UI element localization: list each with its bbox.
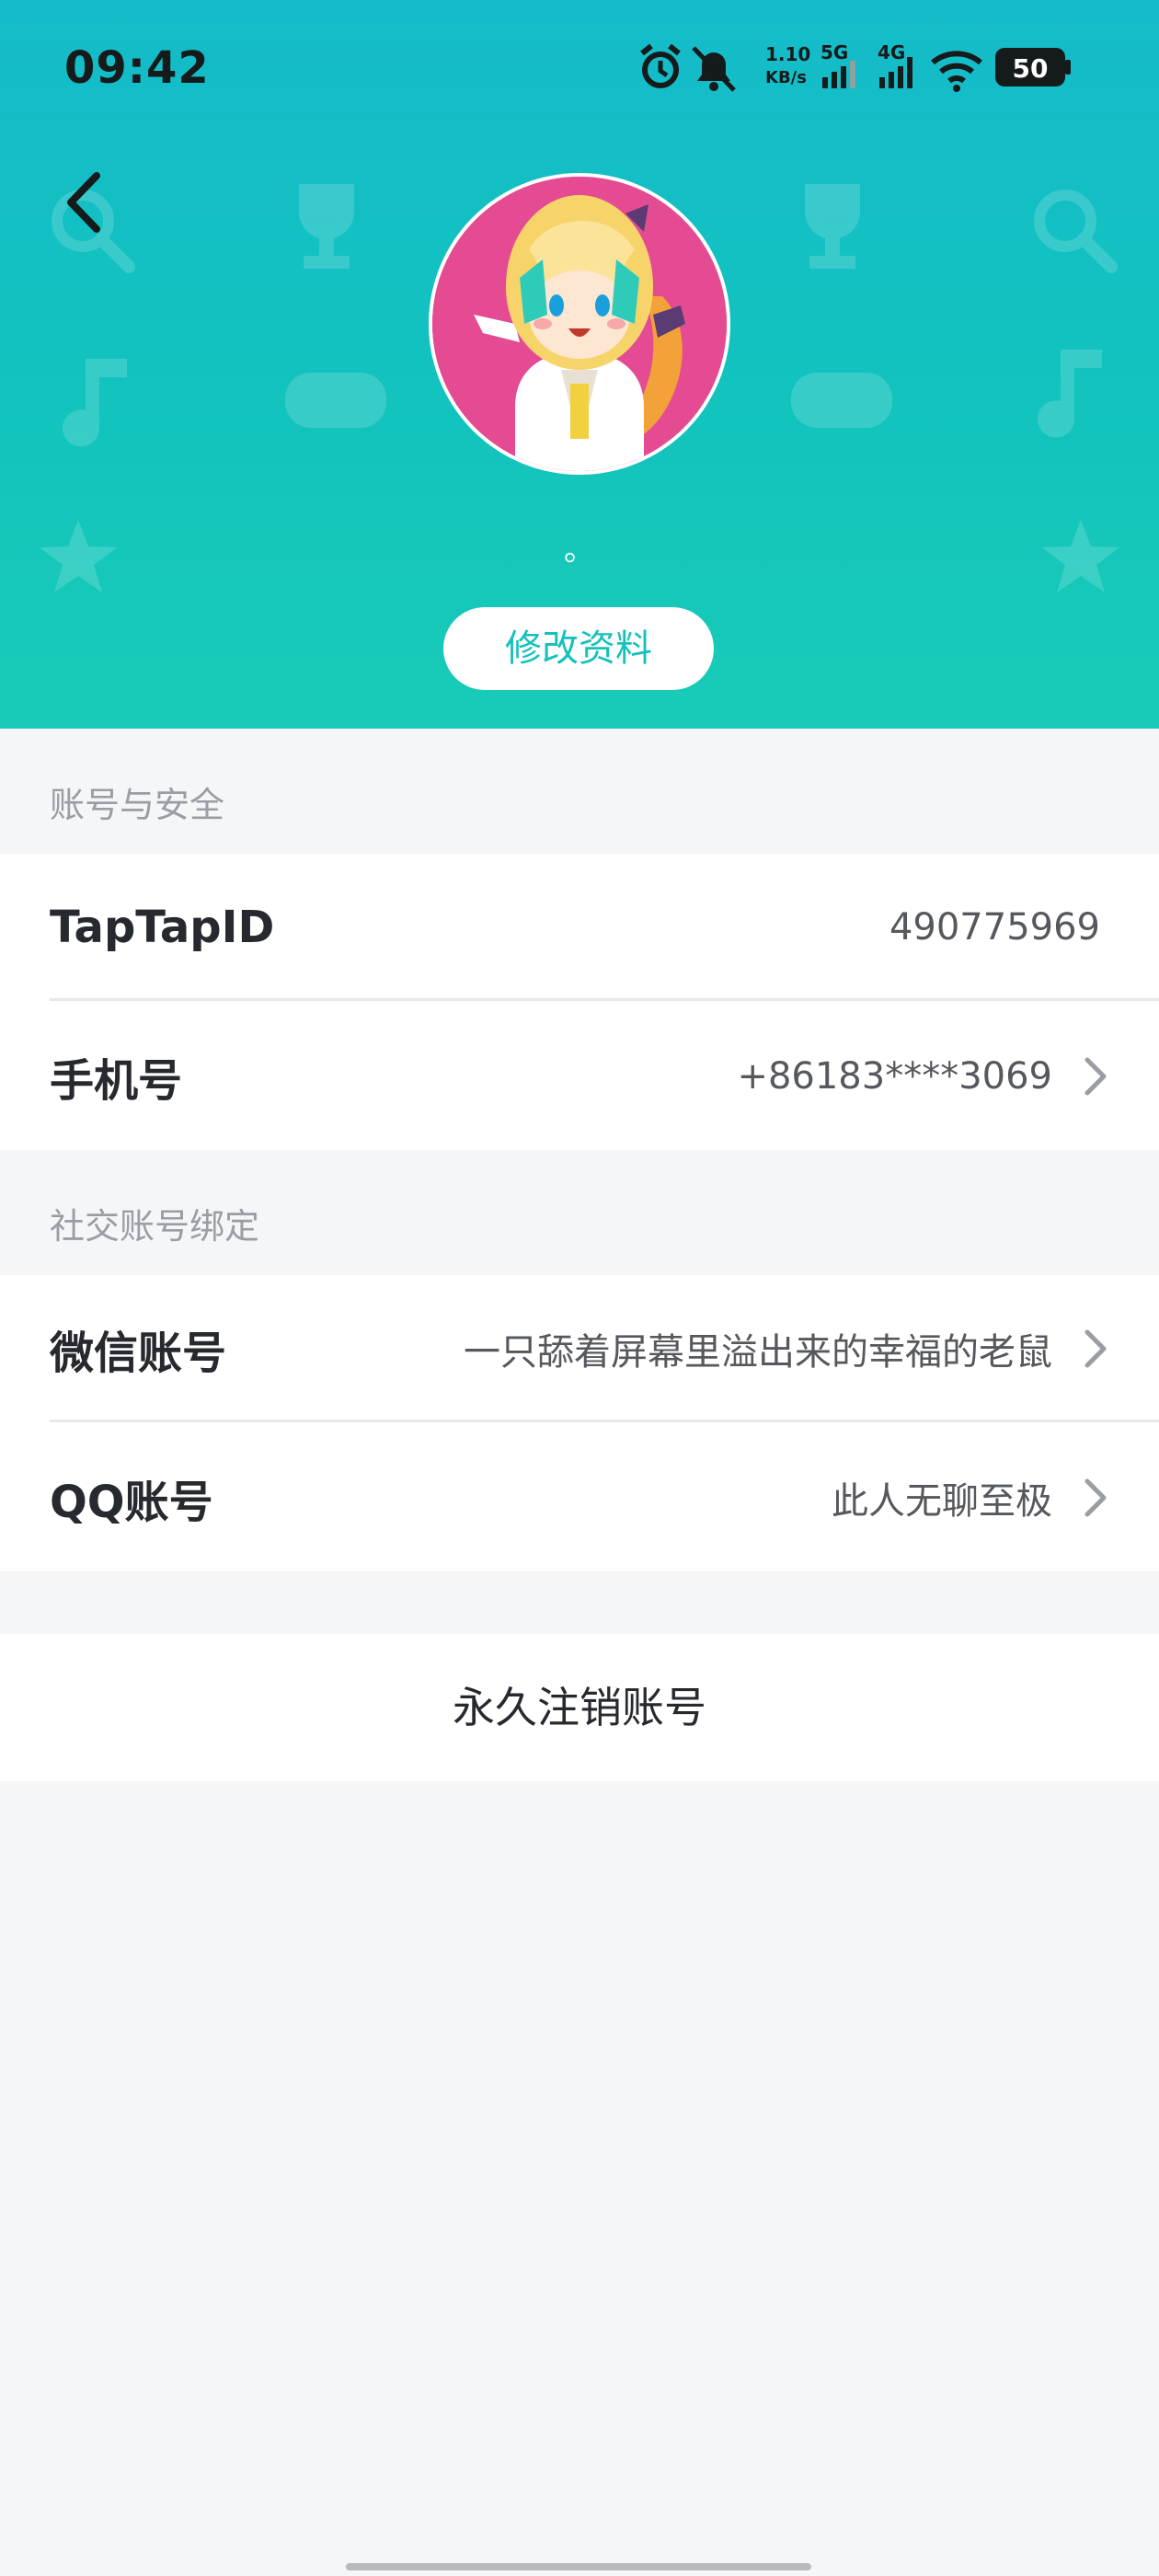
delete-account-button[interactable]: 永久注销账号 [0, 1634, 1159, 1781]
music-note-icon [1038, 350, 1102, 438]
divider [50, 998, 1159, 1001]
row-label: 微信账号 [50, 1328, 227, 1379]
trophy-icon [805, 184, 860, 269]
svg-text:4G: 4G [878, 41, 905, 63]
battery-icon: 50 [995, 48, 1071, 86]
battery-level: 50 [1013, 53, 1049, 84]
chevron-right-icon [1084, 1478, 1107, 1517]
row-label: QQ账号 [50, 1477, 213, 1528]
row-wechat-account[interactable]: 微信账号 一只舔着屏幕里溢出来的幸福的老鼠 [0, 1275, 1159, 1422]
section-title-account-security: 账号与安全 [50, 785, 225, 825]
row-value: 490775969 [889, 906, 1100, 949]
row-label: TapTapID [50, 902, 275, 953]
music-note-icon [63, 359, 127, 447]
status-icons: 1.10 KB/s 5G 4G 50 [640, 41, 1071, 92]
account-security-card: TapTapID 490775969 手机号 +86183****3069 [0, 854, 1159, 1150]
status-time: 09:42 [64, 42, 210, 94]
row-value: 一只舔着屏幕里溢出来的幸福的老鼠 [464, 1331, 1052, 1374]
row-taptap-id[interactable]: TapTapID 490775969 [0, 854, 1159, 1001]
profile-header: 09:42 1.10 KB/s 5G 4G 50 。 修改资料 [0, 0, 1159, 729]
wifi-icon [931, 51, 982, 92]
status-bar: 09:42 1.10 KB/s 5G 4G 50 [0, 0, 1159, 138]
avatar-character-image [432, 177, 727, 471]
magnifier-icon [1034, 190, 1118, 273]
nickname: 。 [564, 532, 595, 569]
chevron-left-icon [67, 172, 100, 233]
home-indicator[interactable] [346, 2563, 811, 2570]
signal-icon: 5G [820, 41, 855, 88]
alarm-icon [640, 43, 681, 88]
row-value: 此人无聊至极 [832, 1480, 1052, 1523]
social-binding-card: 微信账号 一只舔着屏幕里溢出来的幸福的老鼠 QQ账号 此人无聊至极 [0, 1275, 1159, 1571]
gamepad-icon [285, 373, 386, 428]
chevron-right-icon [1084, 1329, 1107, 1368]
row-value: +86183****3069 [737, 1055, 1052, 1098]
gamepad-icon [791, 373, 892, 428]
row-phone-number[interactable]: 手机号 +86183****3069 [0, 1003, 1159, 1150]
svg-text:5G: 5G [820, 41, 848, 63]
row-label: 手机号 [50, 1055, 183, 1107]
network-speed: 1.10 [765, 43, 810, 65]
trophy-icon [299, 184, 354, 269]
edit-profile-button[interactable]: 修改资料 [443, 607, 714, 690]
bell-muted-icon [692, 46, 736, 92]
signal-icon: 4G [878, 41, 912, 88]
divider [50, 1420, 1159, 1422]
chevron-right-icon [1084, 1057, 1107, 1096]
avatar[interactable] [429, 173, 730, 475]
network-speed-unit: KB/s [765, 68, 807, 87]
back-button[interactable] [48, 166, 121, 239]
section-title-social-binding: 社交账号绑定 [50, 1206, 260, 1247]
row-qq-account[interactable]: QQ账号 此人无聊至极 [0, 1424, 1159, 1571]
